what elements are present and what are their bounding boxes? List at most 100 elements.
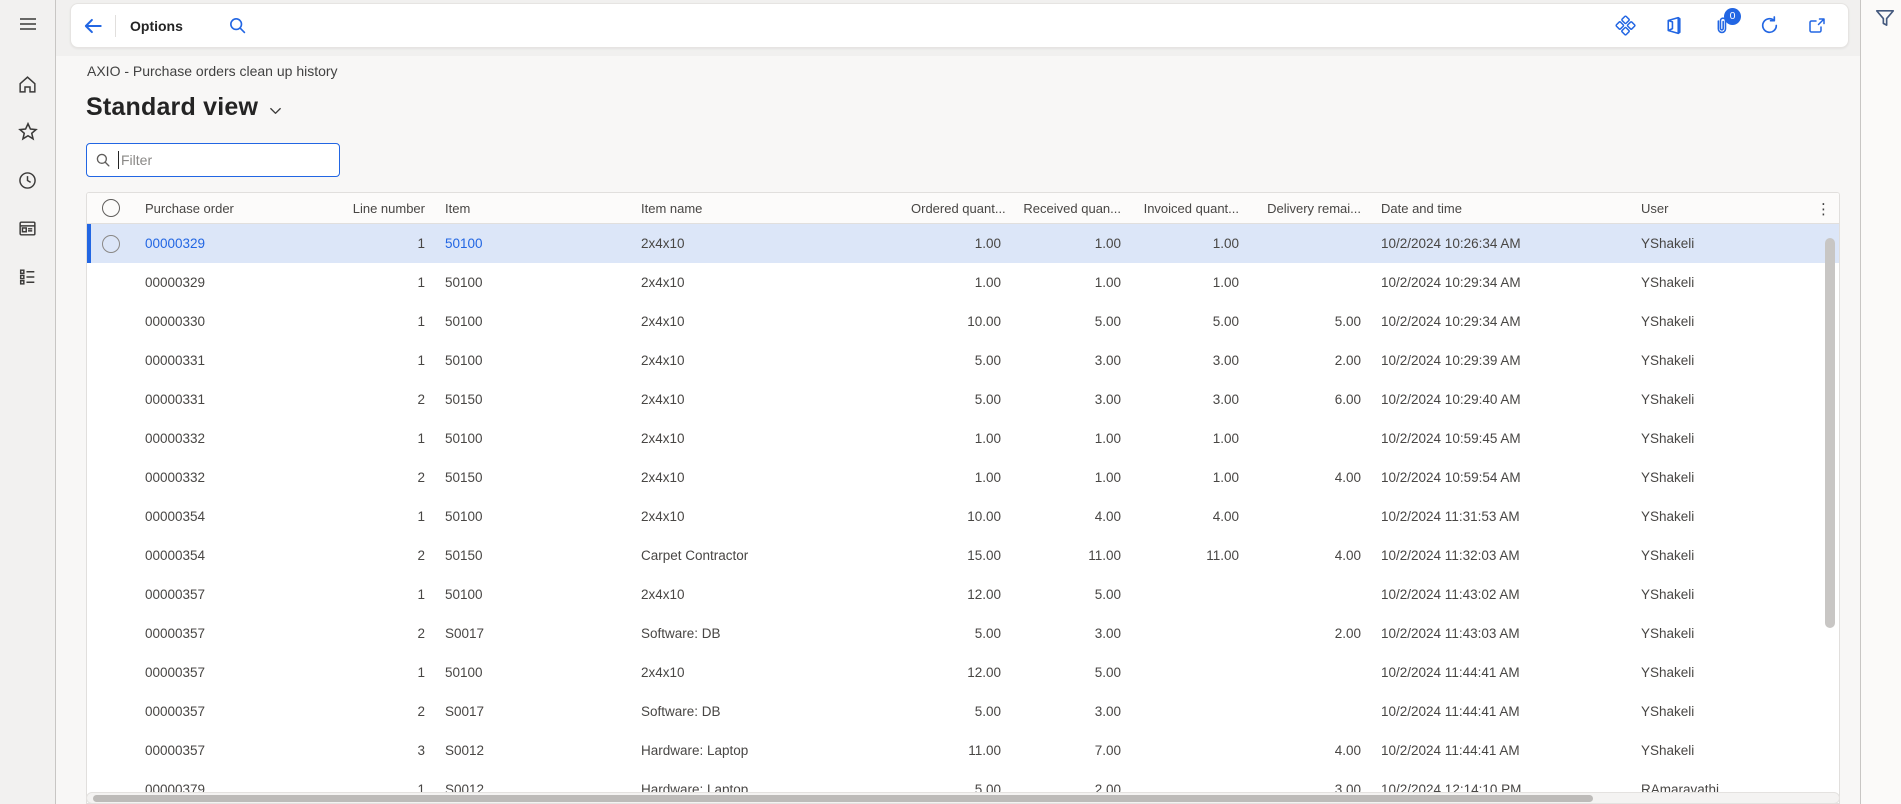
table-row[interactable]: 000003571501002x4x1012.005.0010/2/2024 1…	[87, 653, 1839, 692]
purchase-orders-history-grid: Purchase orderLine numberItemItem nameOr…	[86, 192, 1840, 804]
row-radio[interactable]	[102, 235, 120, 253]
cell-po[interactable]: 00000331	[135, 353, 301, 368]
cell-user: YShakeli	[1631, 626, 1811, 641]
topbar-action-group: 0	[1608, 9, 1848, 43]
table-row[interactable]: 000003571501002x4x1012.005.0010/2/2024 1…	[87, 575, 1839, 614]
table-row[interactable]: 000003572S0017Software: DB5.003.002.0010…	[87, 614, 1839, 653]
cell-delivery: 4.00	[1249, 470, 1371, 485]
column-header-line[interactable]: Line number	[301, 201, 435, 216]
cell-user: YShakeli	[1631, 392, 1811, 407]
table-row[interactable]: 000003291501002x4x101.001.001.0010/2/202…	[87, 263, 1839, 302]
refresh-button[interactable]	[1752, 9, 1786, 43]
cell-po[interactable]: 00000357	[135, 665, 301, 680]
cell-item_name: 2x4x10	[631, 587, 901, 602]
cell-po[interactable]: 00000329	[135, 236, 301, 251]
cell-item_name: Carpet Contractor	[631, 548, 901, 563]
column-header-item[interactable]: Item	[435, 201, 631, 216]
table-row[interactable]: 000003301501002x4x1010.005.005.005.0010/…	[87, 302, 1839, 341]
column-header-received[interactable]: Received quan...	[1011, 201, 1131, 216]
filter-pane-button[interactable]	[1872, 5, 1898, 31]
cell-po[interactable]: 00000357	[135, 626, 301, 641]
cell-po[interactable]: 00000357	[135, 587, 301, 602]
cell-line: 1	[301, 665, 435, 680]
cell-item[interactable]: S0012	[435, 743, 631, 758]
column-header-datetime[interactable]: Date and time	[1371, 201, 1631, 216]
table-row[interactable]: 000003572S0017Software: DB5.003.0010/2/2…	[87, 692, 1839, 731]
cell-item[interactable]: 50100	[435, 236, 631, 251]
open-in-new-window-button[interactable]	[1800, 9, 1834, 43]
left-navigation-sidebar	[0, 0, 56, 804]
table-row[interactable]: 000003311501002x4x105.003.003.002.0010/2…	[87, 341, 1839, 380]
cell-item[interactable]: 50100	[435, 275, 631, 290]
cell-ordered: 15.00	[901, 548, 1011, 563]
table-row[interactable]: 000003312501502x4x105.003.003.006.0010/2…	[87, 380, 1839, 419]
cell-po[interactable]: 00000329	[135, 275, 301, 290]
sidebar-item-workspaces[interactable]	[8, 208, 48, 248]
column-header-ordered[interactable]: Ordered quant...	[901, 201, 1011, 216]
cell-item[interactable]: 50100	[435, 509, 631, 524]
cell-item[interactable]: 50100	[435, 431, 631, 446]
view-selector[interactable]: Standard view	[86, 93, 283, 122]
actionpane-search-button[interactable]	[223, 11, 253, 41]
sidebar-item-recent[interactable]	[8, 160, 48, 200]
cell-po[interactable]: 00000354	[135, 548, 301, 563]
vertical-scrollbar[interactable]	[1825, 238, 1835, 628]
cell-po[interactable]: 00000330	[135, 314, 301, 329]
cell-line: 2	[301, 392, 435, 407]
cell-item[interactable]: 50100	[435, 353, 631, 368]
cell-line: 2	[301, 548, 435, 563]
related-information-button[interactable]	[1608, 9, 1642, 43]
attachments-button[interactable]: 0	[1704, 9, 1738, 43]
select-all-radio[interactable]	[102, 199, 120, 217]
table-row[interactable]: 000003321501002x4x101.001.001.0010/2/202…	[87, 419, 1839, 458]
sidebar-item-home[interactable]	[8, 64, 48, 104]
clock-icon	[17, 170, 38, 191]
cell-item[interactable]: 50100	[435, 665, 631, 680]
cell-item[interactable]: 50150	[435, 392, 631, 407]
column-header-item_name[interactable]: Item name	[631, 201, 901, 216]
grid-filter-input[interactable]: Filter	[86, 143, 340, 177]
cell-po[interactable]: 00000332	[135, 470, 301, 485]
cell-po[interactable]: 00000332	[135, 431, 301, 446]
breadcrumb: AXIO - Purchase orders clean up history	[87, 63, 338, 79]
cell-item[interactable]: S0017	[435, 626, 631, 641]
cell-invoiced: 1.00	[1131, 431, 1249, 446]
hamburger-menu-button[interactable]	[8, 4, 48, 44]
cell-user: YShakeli	[1631, 704, 1811, 719]
star-icon	[17, 121, 39, 143]
cell-po[interactable]: 00000357	[135, 743, 301, 758]
cell-item[interactable]: 50100	[435, 314, 631, 329]
cell-item[interactable]: 50150	[435, 548, 631, 563]
table-row[interactable]: 000003541501002x4x1010.004.004.0010/2/20…	[87, 497, 1839, 536]
office-apps-button[interactable]	[1656, 9, 1690, 43]
filter-pane-rail	[1861, 0, 1901, 804]
select-all-cell[interactable]	[87, 199, 135, 217]
sidebar-item-modules[interactable]	[8, 256, 48, 296]
cell-item[interactable]: S0017	[435, 704, 631, 719]
row-select-cell[interactable]	[87, 235, 135, 253]
cell-po[interactable]: 00000331	[135, 392, 301, 407]
table-row[interactable]: 000003791S0012Hardware: Laptop5.002.003.…	[87, 770, 1839, 794]
column-header-user[interactable]: User	[1631, 201, 1811, 216]
grid-options-button[interactable]: ⋮	[1816, 193, 1831, 224]
cell-ordered: 1.00	[901, 275, 1011, 290]
cell-po[interactable]: 00000357	[135, 704, 301, 719]
column-header-po[interactable]: Purchase order	[135, 201, 301, 216]
table-row[interactable]: 00000354250150Carpet Contractor15.0011.0…	[87, 536, 1839, 575]
cell-po[interactable]: 00000354	[135, 509, 301, 524]
table-row[interactable]: 000003322501502x4x101.001.001.004.0010/2…	[87, 458, 1839, 497]
column-header-delivery[interactable]: Delivery remai...	[1249, 201, 1371, 216]
cell-item_name: 2x4x10	[631, 314, 901, 329]
cell-item_name: 2x4x10	[631, 509, 901, 524]
cell-received: 7.00	[1011, 743, 1131, 758]
table-row[interactable]: 000003573S0012Hardware: Laptop11.007.004…	[87, 731, 1839, 770]
horizontal-scrollbar-track[interactable]	[86, 792, 1840, 804]
cell-item[interactable]: 50100	[435, 587, 631, 602]
tab-options[interactable]: Options	[130, 18, 183, 34]
table-row[interactable]: 000003291501002x4x101.001.001.0010/2/202…	[87, 224, 1839, 263]
column-header-invoiced[interactable]: Invoiced quant...	[1131, 201, 1249, 216]
sidebar-item-favorites[interactable]	[8, 112, 48, 152]
cell-item[interactable]: 50150	[435, 470, 631, 485]
horizontal-scrollbar-handle[interactable]	[93, 795, 1593, 802]
back-button[interactable]	[71, 4, 115, 48]
